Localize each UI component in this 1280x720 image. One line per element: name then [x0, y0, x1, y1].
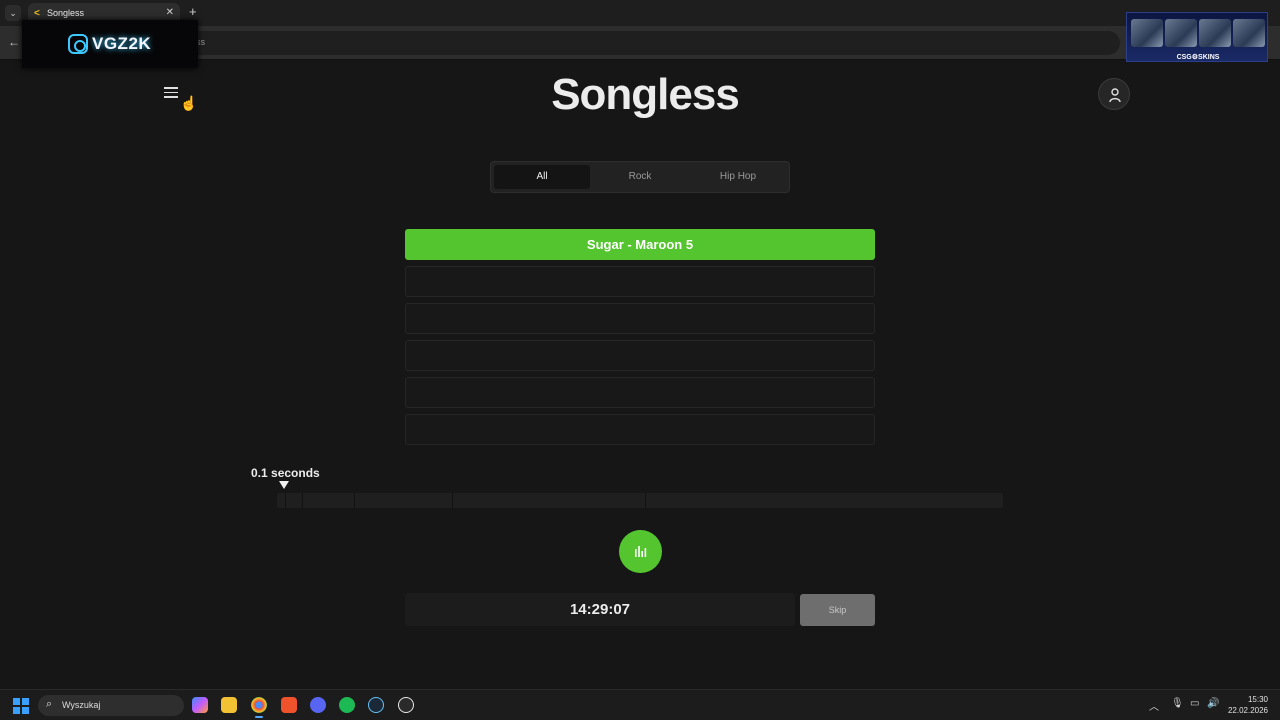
- timeline-segment-divider: [452, 493, 453, 508]
- page-title: Songless: [551, 70, 740, 119]
- clock-time: 15:30: [1247, 695, 1268, 704]
- taskbar-search[interactable]: ⌕ Wyszukaj: [38, 695, 184, 716]
- chrome-icon[interactable]: [251, 697, 267, 718]
- genre-tabs: All Rock Hip Hop: [490, 161, 790, 193]
- guess-row-empty: [405, 266, 875, 297]
- tray-overflow-chevron-icon[interactable]: ︿: [1149, 698, 1159, 713]
- guess-row-empty: [405, 340, 875, 371]
- tab-close-icon[interactable]: ✕: [166, 7, 174, 18]
- discord-icon[interactable]: [310, 697, 326, 713]
- timeline-segment-divider: [354, 493, 355, 508]
- skip-button[interactable]: Skip: [800, 594, 875, 626]
- streamer-logo-overlay: VGZ2K: [22, 20, 198, 68]
- steam-icon[interactable]: [368, 697, 384, 713]
- network-icon[interactable]: ▭: [1190, 698, 1199, 709]
- playhead-marker-icon: [279, 481, 289, 489]
- back-arrow-icon[interactable]: ←: [8, 35, 20, 49]
- audio-bars-icon: [635, 546, 647, 557]
- rifle-skin-image: [1131, 19, 1163, 47]
- clip-duration-label: 0.1 seconds: [251, 466, 320, 480]
- windows-taskbar: ⌕ Wyszukaj ︿ 🎙 ▭ 🔊 15:30 22.02.2026: [0, 689, 1280, 720]
- clip-timeline: [277, 493, 1003, 508]
- clock-date: 22.02.2026: [1227, 706, 1268, 715]
- sponsor-text: CSG⚙SKINS: [1176, 54, 1220, 61]
- volume-icon[interactable]: 🔊: [1207, 698, 1219, 709]
- guess-row-correct: Sugar - Maroon 5: [405, 229, 875, 260]
- guess-row-empty: [405, 303, 875, 334]
- timeline-segment-divider: [645, 493, 646, 508]
- copilot-icon[interactable]: [192, 697, 208, 713]
- guess-row-empty: [405, 414, 875, 445]
- tab-all[interactable]: All: [494, 165, 590, 189]
- guess-row-empty: [405, 377, 875, 408]
- microphone-icon[interactable]: 🎙: [1171, 698, 1184, 709]
- user-icon: [1109, 88, 1121, 103]
- chatgpt-icon[interactable]: [398, 697, 414, 713]
- rifle-skin-image: [1233, 19, 1265, 47]
- tab-rock[interactable]: Rock: [592, 165, 688, 189]
- sponsor-banner: CSG⚙SKINS: [1126, 12, 1268, 62]
- rifle-skin-image: [1165, 19, 1197, 47]
- timeline-segment-divider: [285, 493, 286, 508]
- rifle-skin-image: [1199, 19, 1231, 47]
- spotify-icon[interactable]: [339, 697, 355, 713]
- system-clock[interactable]: 15:30 22.02.2026: [1228, 694, 1268, 716]
- windows-start-icon[interactable]: [13, 698, 29, 714]
- streamer-logo-text: VGZ2K: [92, 34, 152, 53]
- instagram-icon: [68, 34, 88, 54]
- play-button[interactable]: [619, 530, 662, 573]
- songless-favicon-icon: <: [34, 8, 40, 19]
- search-icon: ⌕: [46, 698, 53, 710]
- tab-hip-hop[interactable]: Hip Hop: [690, 165, 786, 189]
- tab-title: Songless: [47, 8, 85, 18]
- tab-search-button[interactable]: ⌄: [5, 5, 21, 21]
- file-explorer-icon[interactable]: [221, 697, 237, 713]
- account-button[interactable]: [1098, 78, 1130, 110]
- taskbar-search-placeholder: Wyszukaj: [62, 700, 101, 710]
- next-song-countdown: 14:29:07: [405, 593, 795, 626]
- timeline-segment-divider: [302, 493, 303, 508]
- brave-icon[interactable]: [281, 697, 297, 713]
- new-tab-button[interactable]: +: [189, 5, 197, 19]
